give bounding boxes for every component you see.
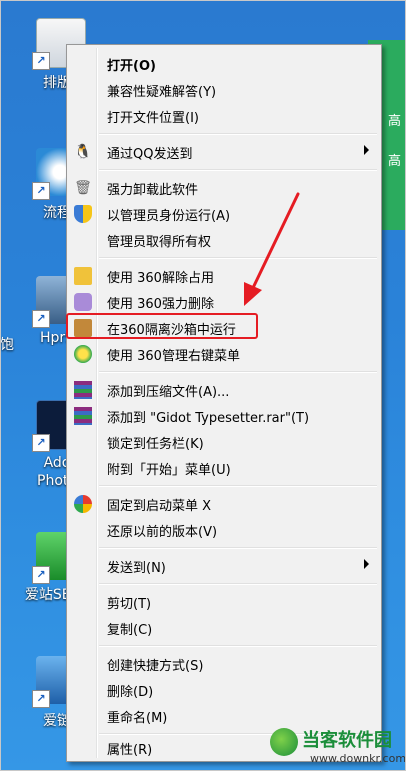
downkr-logo-icon bbox=[270, 728, 298, 756]
annotation-arrow-icon bbox=[244, 192, 300, 306]
watermark: 当客软件园 www.downkr.com bbox=[270, 724, 406, 770]
watermark-brand: 当客软件园 bbox=[302, 730, 392, 751]
watermark-url: www.downkr.com bbox=[310, 752, 406, 765]
